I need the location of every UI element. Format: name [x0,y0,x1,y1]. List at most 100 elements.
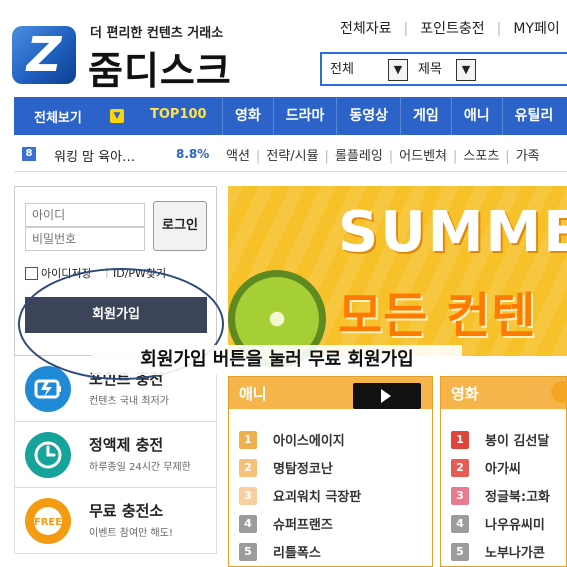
remember-id-checkbox[interactable] [25,267,38,280]
nav-categories: 영화 드라마 동영상 게임 애니 유틸리 [222,97,565,135]
rank-badge: 2 [239,459,257,477]
tagline: 더 편리한 컨텐츠 거래소 [90,26,224,41]
annotation-caption: 회원가입 버튼을 눌러 무료 회원가입 [92,345,462,375]
top-link-my[interactable]: MY페이 [513,18,559,38]
rank-badge: 5 [239,543,257,561]
chevron-down-icon[interactable]: ▼ [388,59,408,81]
clock-icon [25,432,71,478]
genre-divider: | [255,149,261,164]
rank-title[interactable]: 워킹 맘 육아… [54,146,135,165]
nav-item-game[interactable]: 게임 [401,97,451,135]
genre-divider: | [505,149,510,164]
svg-text:FREE: FREE [34,517,62,528]
rank-badge: 3 [239,487,257,505]
nav-all-view[interactable]: 전체보기 [34,107,82,126]
list-item[interactable]: 1 봉이 김선달 [451,427,567,451]
top-link-all[interactable]: 전체자료 [340,18,392,38]
top-link-divider: | [496,21,502,37]
nav-item-anime[interactable]: 애니 [452,97,502,135]
id-input[interactable] [25,203,145,227]
logo-z-icon: Z [26,27,62,83]
chevron-down-icon[interactable]: ▼ [456,59,476,81]
battery-icon [25,366,71,412]
item-title[interactable]: 아가씨 [485,458,521,477]
free-badge-icon: FREE [25,498,71,544]
battery-icon-svg [34,379,61,399]
list-item[interactable]: 4 나우유씨미 [451,511,567,535]
movie-list-title: 영화 [451,385,479,403]
top-links: 전체자료 | 포인트충전 | MY페이 [340,18,560,38]
genre-divider: | [453,149,458,164]
clapperboard-icon [353,383,421,409]
anime-list-title: 애니 [239,385,267,403]
service-desc: 하루종일 24시간 무제한 [89,462,191,473]
search-bar: 전체 ▼ 제목 ▼ [320,52,567,86]
list-item[interactable]: 2 아가씨 [451,455,567,479]
list-item[interactable]: 3 정글북:고화 [451,483,567,507]
item-title[interactable]: 정글북:고화 [485,486,550,505]
main-nav: 전체보기 ▼ TOP100 영화 드라마 동영상 게임 애니 유틸리 [14,97,567,135]
movie-list-header[interactable]: 영화 [441,377,566,409]
nav-item-video[interactable]: 동영상 [337,97,400,135]
rank-badge: 8 [22,147,36,161]
rank-badge: 5 [451,543,469,561]
item-title[interactable]: 요괴워치 극장판 [273,486,361,505]
item-title[interactable]: 리틀폭스 [273,542,321,561]
brand-name[interactable]: 줌디스크 [88,40,232,95]
service-title: 정액제 충전 [89,436,164,454]
genre-action[interactable]: 액션 [226,149,250,164]
genre-adventure[interactable]: 어드벤쳐 [399,149,447,164]
top-link-divider: | [403,21,409,37]
password-input[interactable] [25,227,145,251]
item-title[interactable]: 나우유씨미 [485,514,545,533]
genre-strategy[interactable]: 전략/시뮬 [266,149,318,164]
search-scope-value: 전체 [330,62,354,77]
search-field-select[interactable]: 제목 ▼ [412,59,476,81]
list-item[interactable]: 5 노부나가콘 [451,539,567,563]
search-field-value: 제목 [418,62,442,77]
item-title[interactable]: 아이스에이지 [273,430,345,449]
service-title: 무료 충전소 [89,502,164,520]
genre-divider: | [388,149,394,164]
movie-top-list: 영화 1 봉이 김선달 2 아가씨 3 정글북:고화 4 나우유씨미 5 노부나… [440,376,567,567]
service-desc: 이벤트 참여만 해도! [89,528,173,539]
genre-family[interactable]: 가족 [516,149,540,164]
rank-badge: 1 [451,431,469,449]
genre-rpg[interactable]: 롤플레잉 [335,149,383,164]
rank-badge: 3 [451,487,469,505]
list-item[interactable]: 4 슈퍼프랜즈 [239,511,442,535]
rank-strip: 8 워킹 맘 육아… 8.8% 액션 | 전략/시뮬 | 롤플레잉 | 어드벤쳐 | 스포츠 | 가… [14,138,567,172]
play-icon [381,389,391,403]
item-title[interactable]: 슈퍼프랜즈 [273,514,333,533]
list-item[interactable]: 3 요괴워치 극장판 [239,483,442,507]
banner-subline: 모든 컨텐 [338,288,537,344]
genre-links: 액션 | 전략/시뮬 | 롤플레잉 | 어드벤쳐 | 스포츠 | 가족 [226,145,540,164]
nav-item-movie[interactable]: 영화 [223,97,273,135]
search-scope-select[interactable]: 전체 ▼ [324,59,408,81]
list-item[interactable]: 1 아이스에이지 [239,427,442,451]
nav-item-drama[interactable]: 드라마 [274,97,337,135]
anime-top-list: 애니 1 아이스에이지 2 명탐정코난 3 요괴워치 극장판 4 슈퍼프랜즈 5… [228,376,433,567]
service-desc: 컨텐츠 국내 최저가 [89,396,169,407]
item-title[interactable]: 명탐정코난 [273,458,333,477]
free-badge-icon-svg: FREE [34,507,62,535]
nav-item-utility[interactable]: 유틸리 [503,97,566,135]
rank-percent: 8.8% [176,147,210,161]
item-title[interactable]: 봉이 김선달 [485,430,549,449]
nav-top100[interactable]: TOP100 [150,107,207,122]
movie-icon [551,381,567,403]
service-free-charge[interactable]: FREE 무료 충전소 이벤트 참여만 해도! [14,488,217,554]
dropdown-arrow-icon[interactable]: ▼ [110,109,124,123]
list-item[interactable]: 2 명탐정코난 [239,455,442,479]
rank-badge: 4 [451,515,469,533]
service-flatrate-charge[interactable]: 정액제 충전 하루종일 24시간 무제한 [14,422,217,488]
site-logo[interactable]: Z [12,26,76,84]
list-item[interactable]: 5 리틀폭스 [239,539,442,563]
rank-badge: 1 [239,431,257,449]
top-link-point[interactable]: 포인트충전 [420,18,484,38]
genre-sports[interactable]: 스포츠 [463,149,499,164]
clock-icon-svg [34,441,62,469]
item-title[interactable]: 노부나가콘 [485,542,545,561]
login-button[interactable]: 로그인 [153,201,207,251]
genre-divider: | [324,149,329,164]
